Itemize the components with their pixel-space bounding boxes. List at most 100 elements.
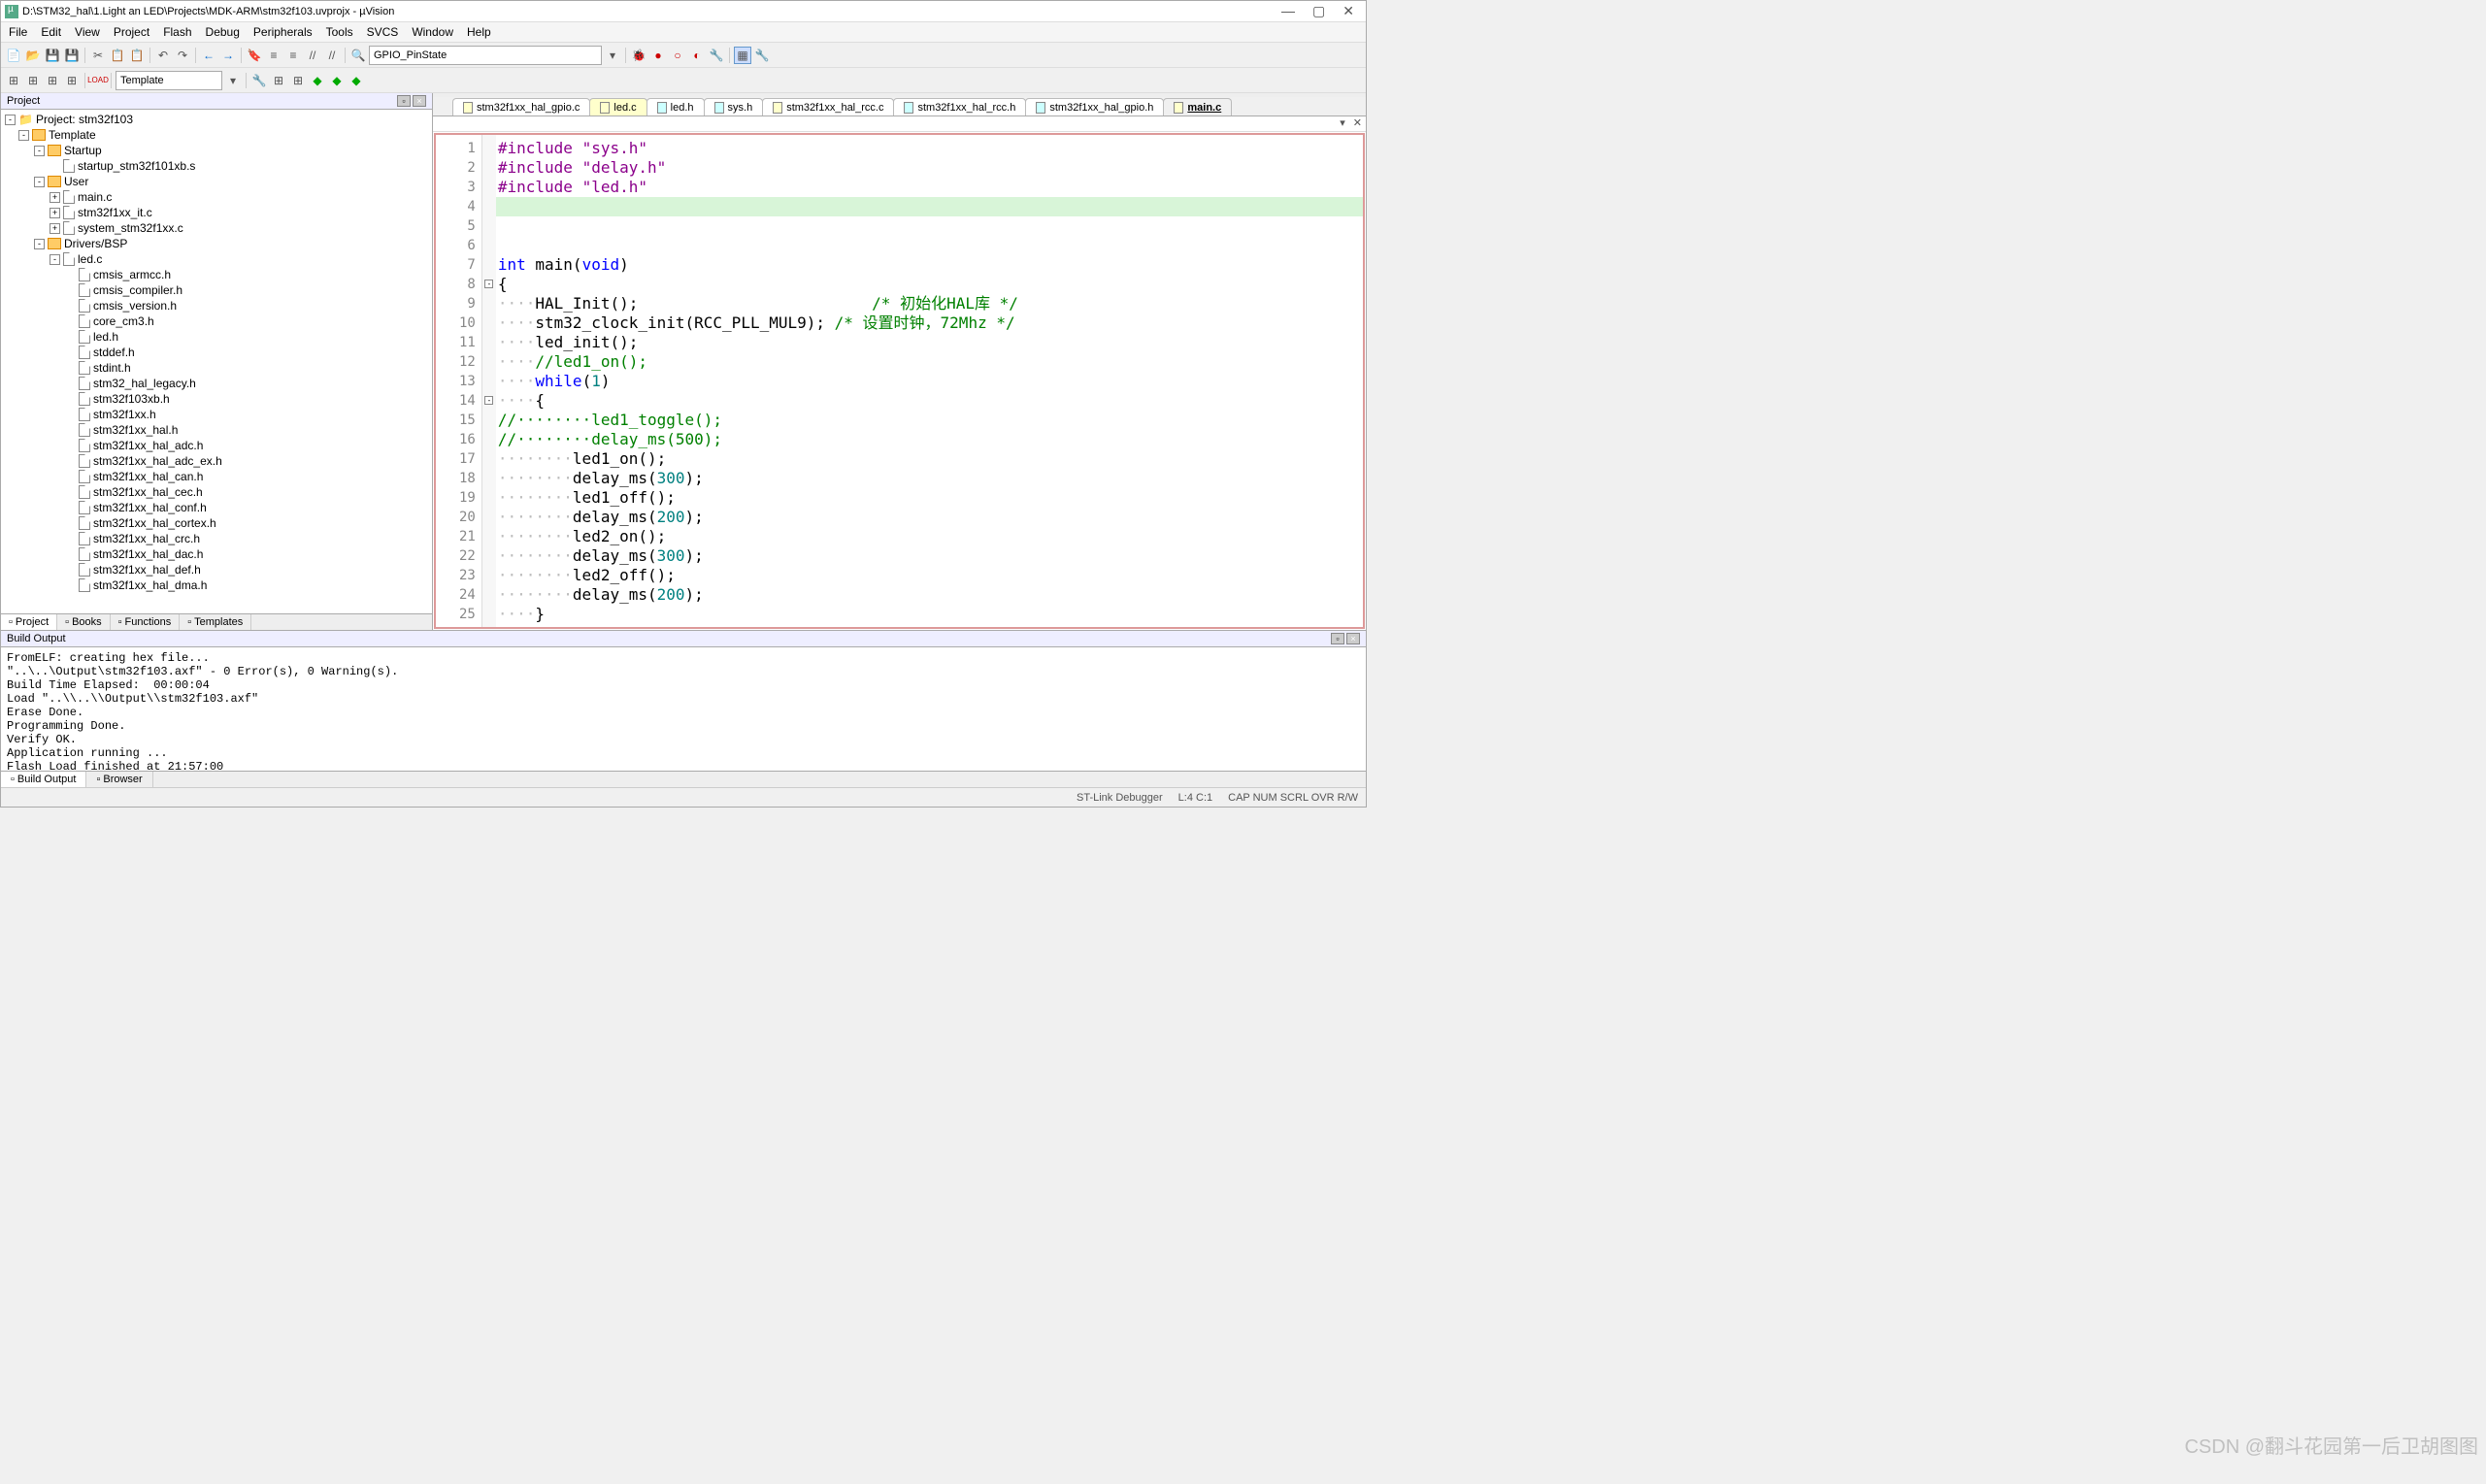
manage-icon[interactable]: ⊞ [270, 72, 287, 89]
breakpoint-icon[interactable]: ● [649, 47, 667, 64]
code-line[interactable]: #include "sys.h" [496, 139, 1363, 158]
cut-icon[interactable]: ✂ [89, 47, 107, 64]
panel-close-icon[interactable]: × [1346, 633, 1360, 644]
menu-flash[interactable]: Flash [163, 25, 191, 39]
paste-icon[interactable]: 📋 [128, 47, 146, 64]
tree-file[interactable]: stm32f1xx_hal_cortex.h [3, 515, 430, 531]
code-editor[interactable]: 1234567891011121314151617181920212223242… [434, 133, 1365, 629]
tree-file[interactable]: cmsis_compiler.h [3, 282, 430, 298]
undo-icon[interactable]: ↶ [154, 47, 172, 64]
close-file-icon[interactable]: ✕ [1353, 116, 1362, 131]
code-line[interactable]: ········led2_on(); [496, 527, 1363, 546]
menu-view[interactable]: View [75, 25, 100, 39]
file-tab[interactable]: main.c [1163, 98, 1232, 115]
menu-project[interactable]: Project [114, 25, 149, 39]
indent-icon[interactable]: ≡ [265, 47, 282, 64]
code-line[interactable] [496, 197, 1363, 216]
split-icon[interactable]: ▾ [1340, 116, 1345, 131]
close-button[interactable]: ✕ [1342, 3, 1354, 19]
code-line[interactable]: //········delay_ms(500); [496, 430, 1363, 449]
panel-tab-project[interactable]: ▫Project [1, 614, 57, 630]
project-tree[interactable]: -📁Project: stm32f103-Template-Startupsta… [1, 110, 432, 613]
code-line[interactable]: { [496, 275, 1363, 294]
file-tab[interactable]: led.c [589, 98, 646, 115]
diamond-icon[interactable]: ◆ [348, 72, 365, 89]
expand-icon[interactable]: - [34, 146, 45, 156]
batch-icon[interactable]: ⊞ [63, 72, 81, 89]
tree-file[interactable]: stm32f1xx_hal_cec.h [3, 484, 430, 500]
code-line[interactable]: ········delay_ms(300); [496, 469, 1363, 488]
tree-file[interactable]: stm32f1xx_hal_dma.h [3, 577, 430, 593]
expand-icon[interactable]: + [50, 208, 60, 218]
tree-folder[interactable]: -User [3, 174, 430, 189]
tree-file[interactable]: cmsis_version.h [3, 298, 430, 313]
panel-tab-functions[interactable]: ▫Functions [111, 614, 181, 630]
menu-file[interactable]: File [9, 25, 27, 39]
menu-help[interactable]: Help [467, 25, 491, 39]
find-icon[interactable]: 🔍 [349, 47, 367, 64]
menu-window[interactable]: Window [412, 25, 453, 39]
dropdown-icon[interactable]: ▾ [224, 72, 242, 89]
tree-file[interactable]: stm32f1xx_hal_dac.h [3, 546, 430, 562]
uncomment-icon[interactable]: // [323, 47, 341, 64]
panel-pin-icon[interactable]: ▫ [397, 95, 411, 107]
menu-tools[interactable]: Tools [326, 25, 353, 39]
maximize-button[interactable]: ▢ [1312, 3, 1325, 19]
tree-file[interactable]: stm32f1xx.h [3, 407, 430, 422]
panel-tab-templates[interactable]: ▫Templates [180, 614, 251, 630]
reset-icon[interactable]: 🔧 [708, 47, 725, 64]
tree-file[interactable]: stm32f1xx_hal_can.h [3, 469, 430, 484]
menu-edit[interactable]: Edit [41, 25, 61, 39]
menu-peripherals[interactable]: Peripherals [253, 25, 313, 39]
expand-icon[interactable]: + [50, 223, 60, 234]
tree-folder[interactable]: -Startup [3, 143, 430, 158]
code-content[interactable]: #include "sys.h"#include "delay.h"#inclu… [496, 135, 1363, 627]
code-line[interactable]: ····} [496, 605, 1363, 624]
diamond-icon[interactable]: ◆ [328, 72, 346, 89]
outdent-icon[interactable]: ≡ [284, 47, 302, 64]
window-icon[interactable]: ▦ [734, 47, 751, 64]
code-line[interactable]: ········led1_on(); [496, 449, 1363, 469]
build-tab-build-output[interactable]: ▫Build Output [1, 772, 86, 787]
copy-icon[interactable]: 📋 [109, 47, 126, 64]
code-line[interactable]: ········led2_off(); [496, 566, 1363, 585]
save-all-icon[interactable]: 💾 [63, 47, 81, 64]
tree-file[interactable]: stm32f1xx_hal_def.h [3, 562, 430, 577]
tree-file[interactable]: led.h [3, 329, 430, 345]
project-root-label[interactable]: Project: stm32f103 [36, 113, 133, 126]
panel-pin-icon[interactable]: ▫ [1331, 633, 1344, 644]
open-icon[interactable]: 📂 [24, 47, 42, 64]
tree-file[interactable]: +system_stm32f1xx.c [3, 220, 430, 236]
menu-svcs[interactable]: SVCS [367, 25, 399, 39]
tree-file[interactable]: stm32f1xx_hal_crc.h [3, 531, 430, 546]
minimize-button[interactable]: — [1281, 3, 1295, 19]
config-icon[interactable]: 🔧 [753, 47, 771, 64]
load-icon[interactable]: LOAD [89, 72, 107, 89]
code-line[interactable]: ····//led1_on(); [496, 352, 1363, 372]
expand-icon[interactable]: - [34, 239, 45, 249]
forward-icon[interactable]: → [219, 47, 237, 64]
code-line[interactable]: ····while(1) [496, 372, 1363, 391]
file-tab[interactable]: stm32f1xx_hal_rcc.h [893, 98, 1026, 115]
tree-file[interactable]: -led.c [3, 251, 430, 267]
target-combo[interactable]: Template [116, 71, 222, 90]
tree-file[interactable]: stm32f1xx_hal_conf.h [3, 500, 430, 515]
build-icon[interactable]: ⊞ [24, 72, 42, 89]
save-icon[interactable]: 💾 [44, 47, 61, 64]
tree-file[interactable]: stm32f103xb.h [3, 391, 430, 407]
tree-file[interactable]: stm32f1xx_hal.h [3, 422, 430, 438]
code-line[interactable]: //········led1_toggle(); [496, 411, 1363, 430]
dropdown-icon[interactable]: ▾ [604, 47, 621, 64]
tree-file[interactable]: stm32f1xx_hal_adc.h [3, 438, 430, 453]
tree-folder[interactable]: -Template [3, 127, 430, 143]
new-icon[interactable]: 📄 [5, 47, 22, 64]
tree-file[interactable]: stdint.h [3, 360, 430, 376]
expand-icon[interactable]: - [50, 254, 60, 265]
panel-close-icon[interactable]: × [413, 95, 426, 107]
tree-file[interactable]: stm32f1xx_hal_adc_ex.h [3, 453, 430, 469]
code-line[interactable]: ········delay_ms(300); [496, 546, 1363, 566]
translate-icon[interactable]: ⊞ [5, 72, 22, 89]
file-tab[interactable]: sys.h [704, 98, 764, 115]
comment-icon[interactable]: // [304, 47, 321, 64]
code-line[interactable]: int main(void) [496, 255, 1363, 275]
